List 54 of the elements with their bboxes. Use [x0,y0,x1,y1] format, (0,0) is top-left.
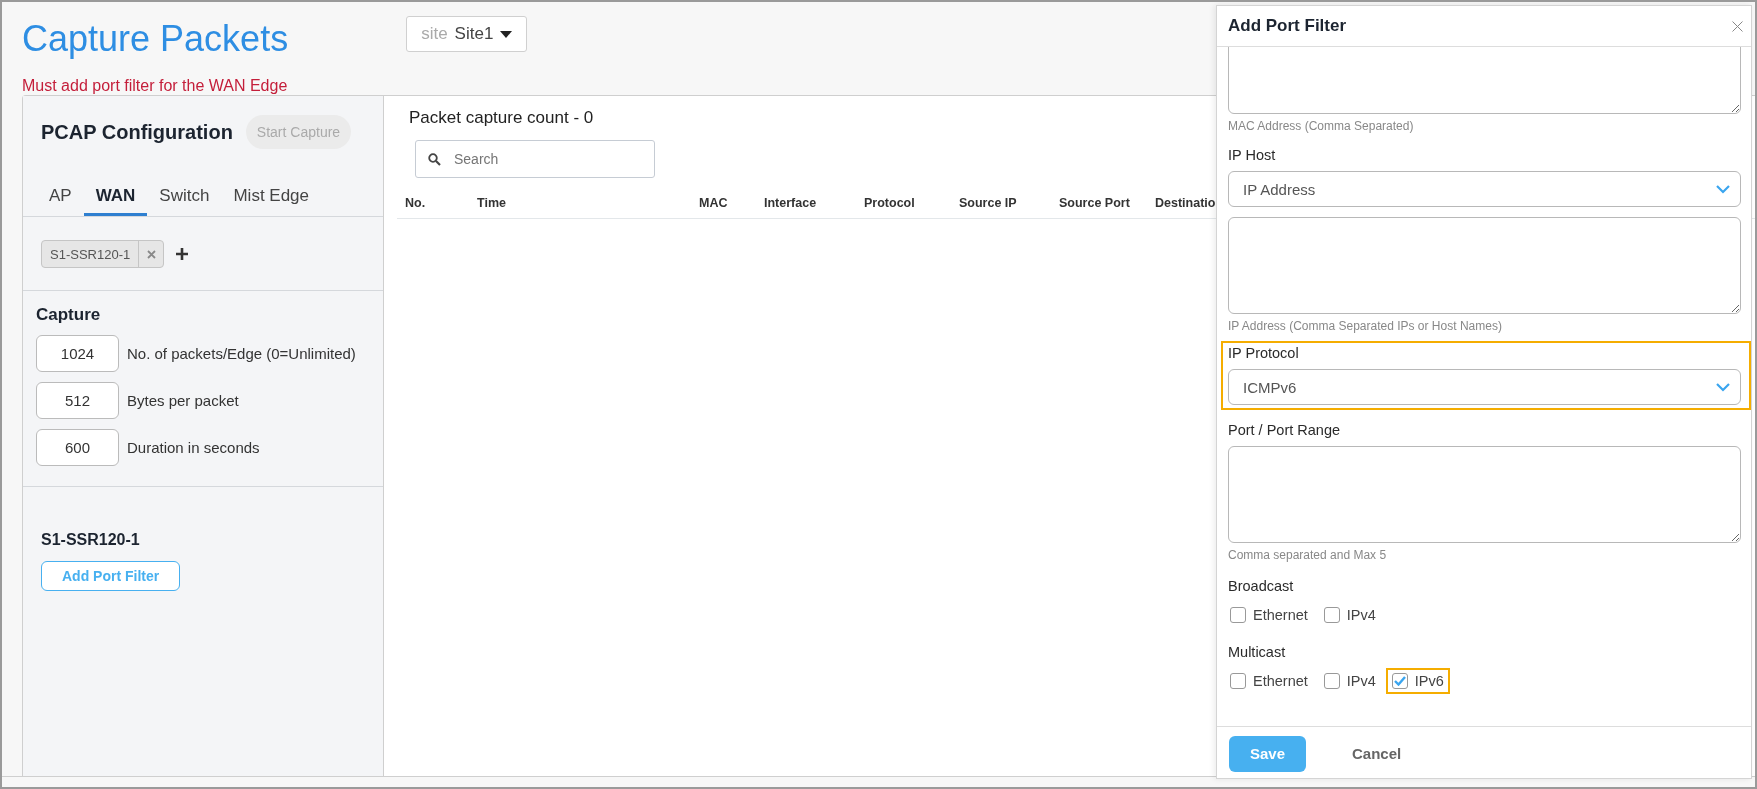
close-icon[interactable] [1732,20,1743,32]
dropdown-field[interactable]: ICMPv6 [1228,369,1741,405]
page-title: Capture Packets [22,18,289,60]
field-label: No. of packets/Edge (0=Unlimited) [127,345,356,362]
checkbox-option[interactable]: IPv6 [1385,668,1450,694]
close-icon[interactable] [146,249,156,259]
error-message: Must add port filter for the WAN Edge [22,77,288,95]
drawer-title: Add Port Filter [1228,16,1347,36]
field-label: IP Protocol [1228,344,1300,363]
column-header: Source IP [959,196,1018,210]
checkbox-option[interactable]: IPv4 [1317,668,1382,694]
tab[interactable]: WAN [83,186,148,216]
checkbox-option[interactable]: Ethernet [1224,602,1314,628]
cancel-button[interactable]: Cancel [1332,735,1422,772]
column-header: Time [477,196,507,210]
dropdown-field[interactable]: IP Address [1228,171,1741,207]
capture-count: Packet capture count - 0 [409,108,594,128]
column-header: No. [405,196,427,210]
text-area[interactable] [1228,217,1741,314]
column-header: Destinatio [1155,196,1217,210]
field-label: Duration in seconds [127,439,260,456]
group-label: Multicast [1228,643,1287,662]
tab[interactable]: Mist Edge [221,186,322,216]
checkbox-option[interactable]: Ethernet [1224,668,1314,694]
chevron-down-icon [1716,184,1730,194]
column-header: Source Port [1059,196,1131,210]
search-icon [428,153,441,166]
chevron-down-icon [1716,382,1730,392]
plus-icon[interactable] [176,248,189,260]
caret-icon [500,30,513,38]
device-chip: S1-SSR120-1 [41,240,165,268]
section-title: Capture [36,305,102,325]
column-header: MAC [699,196,729,210]
column-header: Interface [764,196,818,210]
checkbox-option[interactable]: IPv4 [1317,602,1382,628]
tab[interactable]: AP [37,186,84,216]
site-dropdown[interactable]: site Site1 [406,16,528,52]
number-field[interactable]: 1024 [36,335,119,372]
check-icon [1393,676,1406,686]
field-hint: MAC Address (Comma Separated) [1228,118,1415,133]
search-field[interactable]: Search [415,140,655,178]
field-label: IP Host [1228,146,1277,165]
number-field[interactable]: 512 [36,382,119,419]
number-field[interactable]: 600 [36,429,119,466]
edge-name: S1-SSR120-1 [41,531,141,549]
text-area[interactable] [1228,446,1741,543]
panel-title: PCAP Configuration [41,120,233,144]
field-hint: Comma separated and Max 5 [1228,547,1388,562]
field-label: Port / Port Range [1228,421,1342,440]
field-label: Bytes per packet [127,392,239,409]
tab[interactable]: Switch [147,186,222,216]
field-hint: IP Address (Comma Separated IPs or Host Names) [1228,318,1503,333]
column-header: Protocol [864,196,916,210]
group-label: Broadcast [1228,577,1295,596]
